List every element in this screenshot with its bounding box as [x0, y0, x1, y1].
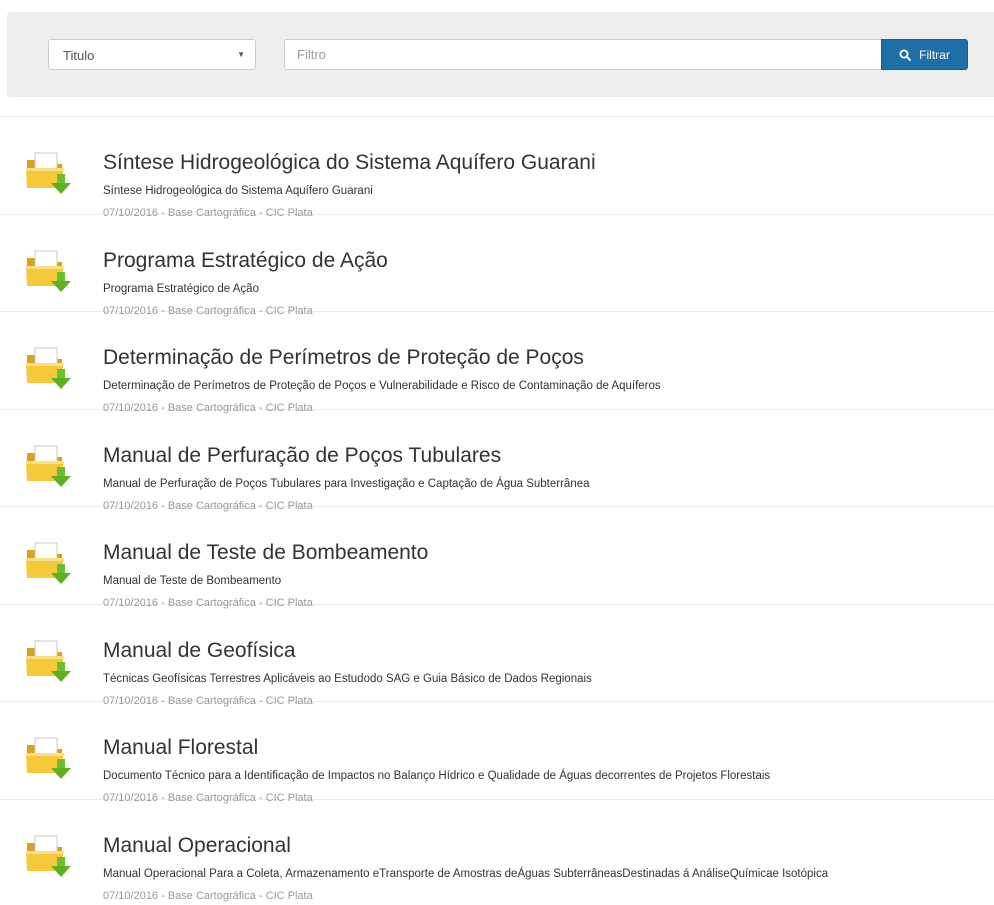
item-title[interactable]: Manual de Perfuração de Poços Tubulares [103, 444, 501, 468]
item-description: Manual de Teste de Bombeamento [103, 575, 282, 587]
document-list: Síntese Hidrogeológica do Sistema Aquífe… [0, 117, 994, 902]
caret-down-icon: ▼ [237, 50, 245, 59]
folder-download-icon[interactable] [24, 345, 72, 391]
filter-input[interactable] [284, 39, 881, 70]
item-title[interactable]: Síntese Hidrogeológica do Sistema Aquífe… [103, 151, 596, 175]
item-title[interactable]: Programa Estratégico de Ação [103, 249, 388, 273]
list-item: Manual Florestal Documento Técnico para … [0, 702, 994, 804]
item-description: Manual de Perfuração de Poços Tubulares … [103, 477, 590, 490]
search-icon [899, 49, 912, 61]
item-description: Programa Estratégico de Ação [103, 282, 259, 295]
item-description: Síntese Hidrogeológica do Sistema Aquífe… [103, 185, 373, 197]
filter-button-label: Filtrar [919, 47, 950, 62]
folder-download-icon[interactable] [24, 735, 72, 781]
item-description: Documento Técnico para a Identificação d… [103, 770, 771, 782]
folder-download-icon[interactable] [24, 833, 72, 879]
folder-download-icon[interactable] [24, 638, 72, 684]
list-item: Programa Estratégico de Ação Programa Es… [0, 215, 994, 317]
item-description: Manual Operacional Para a Coleta, Armaze… [103, 867, 829, 880]
item-title[interactable]: Manual Florestal [103, 736, 258, 760]
field-select-value: Titulo [63, 48, 95, 63]
item-description: Determinação de Perímetros de Proteção d… [103, 380, 661, 392]
list-item: Determinação de Perímetros de Proteção d… [0, 312, 994, 414]
item-title[interactable]: Determinação de Perímetros de Proteção d… [103, 346, 584, 370]
list-item: Manual de Perfuração de Poços Tubulares … [0, 410, 994, 512]
folder-download-icon[interactable] [24, 443, 72, 489]
list-item: Síntese Hidrogeológica do Sistema Aquífe… [0, 117, 994, 219]
list-item: Manual Operacional Manual Operacional Pa… [0, 800, 994, 902]
list-item: Manual de Teste de Bombeamento Manual de… [0, 507, 994, 609]
item-title[interactable]: Manual de Teste de Bombeamento [103, 541, 428, 565]
folder-download-icon[interactable] [24, 540, 72, 586]
field-select[interactable]: Titulo ▼ [48, 39, 256, 70]
item-title[interactable]: Manual Operacional [103, 834, 291, 858]
list-item: Manual de Geofísica Técnicas Geofísicas … [0, 605, 994, 707]
item-description: Técnicas Geofísicas Terrestres Aplicávei… [103, 672, 592, 685]
item-meta: 07/10/2016 - Base Cartográfica - CIC Pla… [103, 889, 313, 902]
folder-download-icon[interactable] [24, 248, 72, 294]
filter-button[interactable]: Filtrar [881, 39, 968, 70]
item-title[interactable]: Manual de Geofísica [103, 639, 296, 663]
folder-download-icon[interactable] [24, 150, 72, 196]
